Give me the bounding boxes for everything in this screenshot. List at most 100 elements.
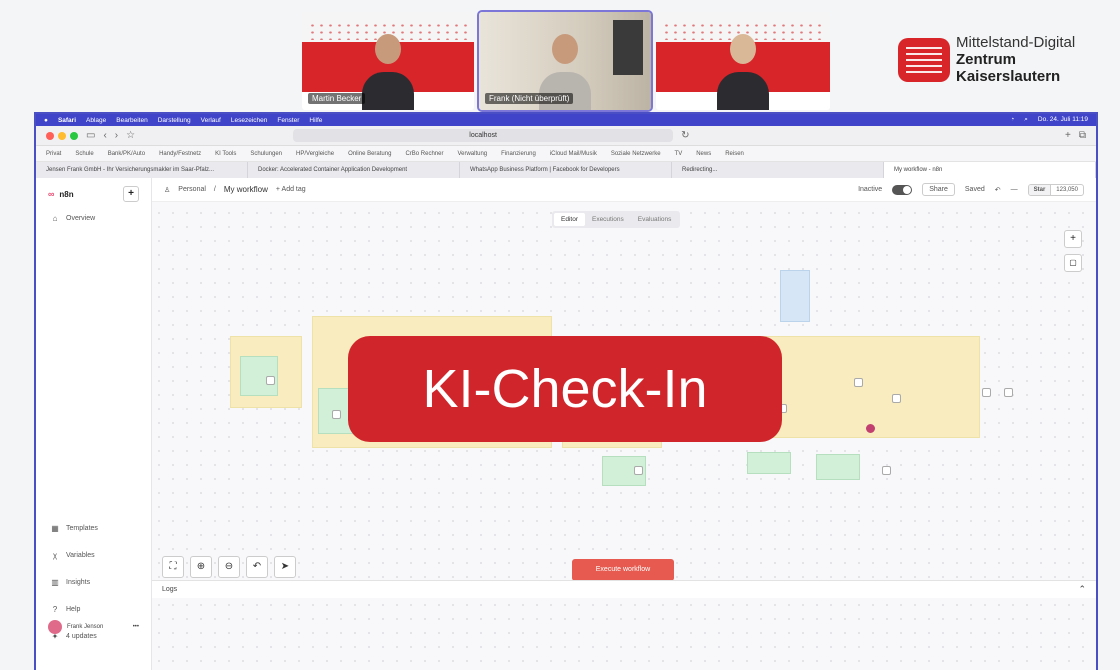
menu-item[interactable]: Fenster [277,117,299,124]
browser-tab[interactable]: WhatsApp Business Platform | Facebook fo… [460,162,672,178]
zoom-icon[interactable] [70,131,78,140]
bookmark-folder[interactable]: Handy/Festnetz [159,151,201,157]
browser-tab[interactable]: Redirecting... [672,162,884,178]
bookmark-folder[interactable]: iCloud Mail/Musik [550,151,597,157]
wifi-icon[interactable]: ◔ [1010,116,1014,124]
star-count: 123,050 [1056,186,1078,193]
sticky-note-button[interactable]: ▢ [1064,254,1082,272]
url-bar[interactable]: localhost [293,129,674,142]
workflow-node[interactable] [854,378,863,387]
execute-workflow-button[interactable]: Execute workflow [572,559,674,581]
bookmark-folder[interactable]: Bank/PK/Auto [108,151,145,157]
menu-item[interactable]: Verlauf [201,117,221,124]
workflow-node[interactable] [882,466,891,475]
bookmark-folder[interactable]: Soziale Netzwerke [611,151,661,157]
sidebar-item-overview[interactable]: ⌂ Overview [36,210,151,227]
sidebar-item-insights[interactable]: ▥ Insights [36,574,151,591]
participant-tile-3 [656,12,830,110]
bookmark-folder[interactable]: Verwaltung [457,151,487,157]
forward-icon[interactable]: › [115,130,118,141]
bookmark-folder[interactable]: Privat [46,151,61,157]
workflow-node[interactable] [266,376,275,385]
n8n-sidebar: ∞ n8n + ⌂ Overview ▦ Templates χ Variabl… [36,178,152,670]
bookmark-folder[interactable]: News [696,151,711,157]
menu-item[interactable]: Bearbeiten [116,117,147,124]
sidebar-item-variables[interactable]: χ Variables [36,547,151,564]
sidebar-item-label: Overview [66,215,96,222]
menu-item[interactable]: Ablage [86,117,106,124]
sidebar-toggle-icon[interactable]: ▭ [86,130,95,141]
chevron-up-icon[interactable]: ⌃ [1078,584,1086,595]
history-icon[interactable]: ↶ [995,186,1001,194]
tab-overview-icon[interactable]: ⧉ [1079,130,1086,141]
new-tab-icon[interactable]: + [1065,130,1071,141]
back-icon[interactable]: ‹ [103,130,106,141]
bookmark-folder[interactable]: Schule [75,151,93,157]
add-tag-link[interactable]: + Add tag [276,186,306,193]
mittelstand-digital-logo [898,38,950,82]
browser-tab-active[interactable]: My workflow - n8n [884,162,1096,178]
workflow-node[interactable] [1004,388,1013,397]
active-toggle[interactable] [892,184,913,195]
fit-view-icon[interactable]: ⛶ [162,556,184,578]
share-button[interactable]: Share [922,183,955,196]
minimize-icon[interactable] [58,131,66,140]
menu-icon[interactable]: — [1011,186,1018,193]
workflow-node[interactable] [892,394,901,403]
sidebar-item-label: Templates [66,525,98,532]
workflow-node[interactable] [634,466,643,475]
menu-item[interactable]: Darstellung [158,117,191,124]
add-node-button[interactable]: + [1064,230,1082,248]
workflow-node-group[interactable] [816,454,860,480]
workflow-node[interactable] [866,424,875,433]
workflow-node-group[interactable] [747,452,791,474]
bookmark-folder[interactable]: Finanzierung [501,151,536,157]
menu-item[interactable]: Safari [58,117,76,124]
sidebar-item-help[interactable]: ? Help [36,601,151,618]
search-icon[interactable]: ⌕ [1024,116,1028,124]
undo-icon[interactable]: ↶ [246,556,268,578]
github-star-button[interactable]: Star 123,050 [1027,183,1084,196]
bookmark-folder[interactable]: Online Beratung [348,151,391,157]
sidebar-item-label: Variables [66,552,95,559]
tab-editor[interactable]: Editor [554,213,585,226]
workflow-node[interactable] [332,410,341,419]
help-icon: ? [52,605,58,614]
browser-tab[interactable]: Docker: Accelerated Container Applicatio… [248,162,460,178]
bookmark-folder[interactable]: HP/Vergleiche [296,151,334,157]
menu-item[interactable]: Hilfe [309,117,322,124]
logs-panel[interactable]: Logs ⌃ [152,580,1096,598]
workflow-name[interactable]: My workflow [224,185,268,194]
zoom-in-icon[interactable]: ⊕ [190,556,212,578]
apple-icon[interactable]: ● [44,117,48,124]
n8n-brand[interactable]: ∞ n8n + [36,178,151,210]
zoom-out-icon[interactable]: ⊖ [218,556,240,578]
title-overlay: KI-Check-In [348,336,782,442]
add-button[interactable]: + [123,186,139,202]
bookmark-icon[interactable]: ☆ [126,130,135,141]
bookmark-folder[interactable]: Schulungen [250,151,282,157]
sidebar-item-templates[interactable]: ▦ Templates [36,520,151,537]
breadcrumb-project[interactable]: Personal [178,186,206,193]
browser-tab[interactable]: Jensen Frank GmbH - Ihr Versicherungsmak… [36,162,248,178]
workflow-node[interactable] [982,388,991,397]
reload-icon[interactable]: ↻ [681,130,689,141]
logo-text: Mittelstand-Digital Zentrum Kaiserslaute… [956,34,1075,85]
logo-line-2: Zentrum [956,51,1016,68]
bookmark-folder[interactable]: CrBo Rechner [405,151,443,157]
user-profile[interactable]: Frank Jenson ••• [36,620,151,634]
bookmark-folder[interactable]: KI Tools [215,151,236,157]
tidy-up-icon[interactable]: ➤ [274,556,296,578]
more-icon[interactable]: ••• [133,624,139,630]
menu-item[interactable]: Lesezeichen [231,117,268,124]
close-icon[interactable] [46,131,54,140]
workflow-note[interactable] [780,270,810,322]
bookmark-folder[interactable]: Reisen [725,151,744,157]
window-controls[interactable] [46,131,78,140]
menubar-clock[interactable]: Do. 24. Juli 11:19 [1038,116,1088,124]
tab-evaluations[interactable]: Evaluations [631,213,679,226]
sidebar-item-label: 4 updates [66,633,97,640]
bookmark-folder[interactable]: TV [675,151,683,157]
tab-executions[interactable]: Executions [585,213,631,226]
workflow-header: ♙ Personal / My workflow + Add tag Inact… [152,178,1096,202]
